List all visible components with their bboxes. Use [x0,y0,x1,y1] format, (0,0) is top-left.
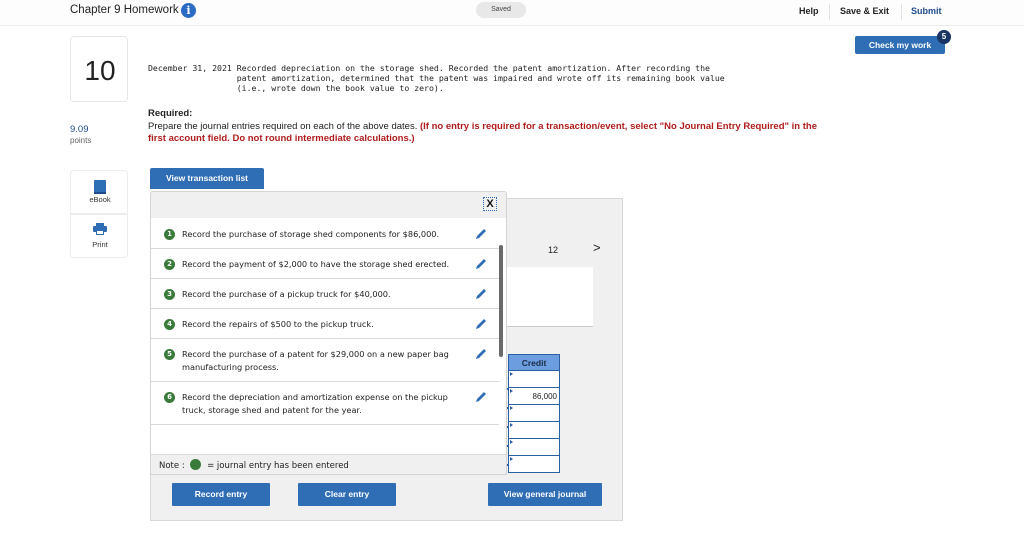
question-number: 10 [84,55,116,86]
transaction-item[interactable]: 5 Record the purchase of a patent for $2… [151,339,499,382]
transaction-item[interactable]: 1 Record the purchase of storage shed co… [151,228,499,249]
credit-input[interactable] [508,421,560,439]
next-page-icon[interactable]: > [593,240,601,255]
info-icon[interactable]: i [181,3,196,18]
problem-text-line3: (i.e., wrote down the book value to zero… [236,83,444,93]
save-exit-link[interactable]: Save & Exit [840,6,889,16]
transaction-text: Record the repairs of $500 to the pickup… [182,319,374,329]
transaction-item[interactable]: 4 Record the repairs of $500 to the pick… [151,309,499,339]
popup-header: X [151,192,506,218]
problem-statement: December 31, 2021 Recorded depreciation … [148,63,725,93]
table-row [508,370,560,388]
credit-input[interactable] [508,404,560,422]
print-button[interactable]: Print [70,214,128,258]
table-row [508,438,560,456]
transaction-text: Record the purchase of storage shed comp… [182,229,440,239]
transaction-item[interactable]: 6 Record the depreciation and amortizati… [151,382,499,425]
points-value: 9.09 [70,124,89,135]
page-number[interactable]: 12 [548,245,558,255]
note-text: = journal entry has been entered [207,461,349,471]
transaction-item[interactable]: 3 Record the purchase of a pickup truck … [151,279,499,309]
book-icon [94,180,106,194]
clear-entry-button[interactable]: Clear entry [298,483,396,506]
transaction-text: Record the purchase of a pickup truck fo… [182,289,391,299]
table-row [508,455,560,473]
transaction-number-badge: 2 [164,259,175,270]
help-link[interactable]: Help [799,6,819,16]
required-heading: Required: [148,108,193,119]
transaction-list-popup: X 1 Record the purchase of storage shed … [150,191,507,475]
entered-indicator-icon [190,459,202,470]
table-row: 86,000 [508,387,560,405]
credit-input[interactable] [508,455,560,473]
attempts-remaining-badge: 5 [937,30,951,44]
printer-icon [93,223,107,235]
transaction-item[interactable]: 2 Record the payment of $2,000 to have t… [151,249,499,279]
required-instructions: Prepare the journal entries required on … [148,121,828,145]
transaction-number-badge: 1 [164,229,175,240]
divider [901,4,902,20]
pencil-icon[interactable] [474,257,488,271]
submit-link[interactable]: Submit [911,6,942,16]
transaction-number-badge: 5 [164,349,175,360]
view-general-journal-button[interactable]: View general journal [488,483,602,506]
top-bar: Chapter 9 Homework i Saved Help Save & E… [0,0,1024,26]
transaction-text: Record the payment of $2,000 to have the… [182,259,450,269]
pencil-icon[interactable] [474,390,488,404]
divider [829,4,830,20]
transaction-text: Record the depreciation and amortization… [182,392,448,415]
instruction-text: Prepare the journal entries required on … [148,121,420,132]
note-prefix: Note : [159,461,185,471]
credit-column: Credit 86,000 [508,354,560,473]
problem-text-line2: patent amortization, determined that the… [236,73,725,83]
pencil-icon[interactable] [474,227,488,241]
ebook-label: eBook [89,195,111,204]
problem-date: December 31, 2021 [148,63,232,73]
record-entry-button[interactable]: Record entry [172,483,270,506]
credit-input[interactable]: 86,000 [508,387,560,405]
check-my-work-button[interactable]: Check my work [855,36,945,54]
legend-note: Note : = journal entry has been entered [151,454,506,474]
table-row [508,421,560,439]
problem-text-line1: Recorded depreciation on the storage she… [236,63,710,73]
print-label: Print [92,240,108,249]
credit-header: Credit [508,354,560,371]
pencil-icon[interactable] [474,317,488,331]
view-transaction-list-button[interactable]: View transaction list [150,168,264,189]
credit-input[interactable] [508,438,560,456]
pencil-icon[interactable] [474,287,488,301]
saved-status-badge: Saved [476,2,526,18]
table-row [508,404,560,422]
close-icon[interactable]: X [483,197,497,211]
transaction-number-badge: 4 [164,319,175,330]
credit-input[interactable] [508,370,560,388]
pencil-icon[interactable] [474,347,488,361]
transaction-number-badge: 6 [164,392,175,403]
scrollbar[interactable] [499,245,503,357]
ebook-button[interactable]: eBook [70,170,128,214]
transaction-text: Record the purchase of a patent for $29,… [182,349,449,372]
points-label: points [70,136,92,145]
question-number-box: 10 [70,36,128,102]
transaction-list: 1 Record the purchase of storage shed co… [151,228,499,425]
assignment-title: Chapter 9 Homework [70,4,179,16]
transaction-number-badge: 3 [164,289,175,300]
